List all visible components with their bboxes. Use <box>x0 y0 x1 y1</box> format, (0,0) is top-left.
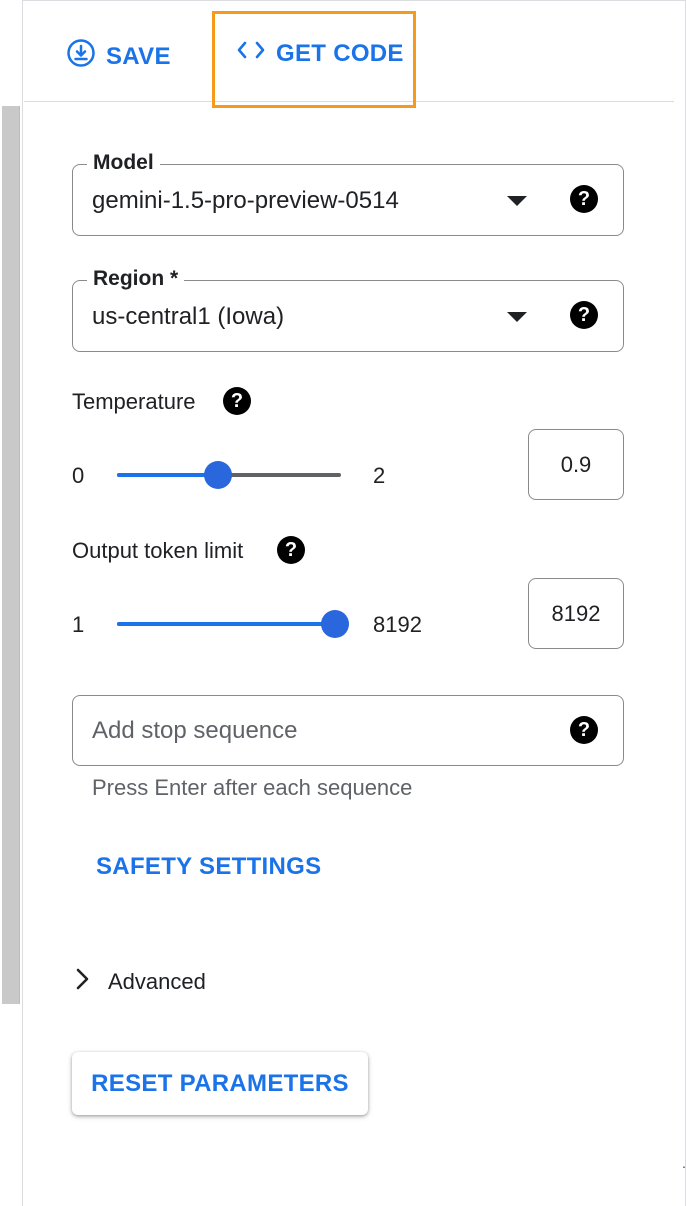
token-limit-slider[interactable] <box>117 610 349 638</box>
help-icon[interactable]: ? <box>570 301 598 329</box>
reset-parameters-button[interactable]: RESET PARAMETERS <box>72 1052 368 1115</box>
save-button[interactable]: SAVE <box>66 38 171 75</box>
left-gutter <box>0 0 23 1206</box>
stop-sequence-hint: Press Enter after each sequence <box>92 775 413 800</box>
token-limit-slider-fill <box>117 622 335 626</box>
chevron-down-icon[interactable] <box>507 312 527 322</box>
temperature-input[interactable]: 0.9 <box>528 429 624 500</box>
save-label: SAVE <box>106 42 171 70</box>
token-limit-slider-thumb[interactable] <box>321 610 349 638</box>
parameters-panel: SAVE GET CODE Model gemini-1.5-pro-previ… <box>0 0 686 1206</box>
model-value: gemini-1.5-pro-preview-0514 <box>92 187 399 214</box>
temperature-slider-fill <box>117 473 218 477</box>
scrollbar[interactable] <box>2 106 20 1004</box>
stop-sequence-input[interactable] <box>92 714 552 748</box>
token-limit-label: Output token limit <box>72 538 244 563</box>
temperature-slider-thumb[interactable] <box>204 461 232 489</box>
chevron-right-icon <box>72 966 94 997</box>
download-icon <box>66 38 96 75</box>
safety-settings-button[interactable]: SAFETY SETTINGS <box>96 853 321 881</box>
get-code-highlight <box>212 11 416 108</box>
region-legend: Region * <box>87 267 185 291</box>
temperature-slider[interactable] <box>117 461 341 489</box>
stop-sequence-field[interactable]: ? <box>72 695 624 766</box>
region-value: us-central1 (Iowa) <box>92 303 285 330</box>
chevron-down-icon[interactable] <box>507 196 527 206</box>
stray-dot: . <box>682 1155 686 1171</box>
token-limit-input[interactable]: 8192 <box>528 578 624 649</box>
model-select[interactable]: Model gemini-1.5-pro-preview-0514 ? <box>72 151 624 236</box>
token-limit-max: 8192 <box>373 612 422 637</box>
model-legend: Model <box>87 151 160 175</box>
help-icon[interactable]: ? <box>277 536 305 564</box>
advanced-label: Advanced <box>108 968 206 994</box>
temperature-label: Temperature <box>72 389 196 414</box>
help-icon[interactable]: ? <box>570 716 598 744</box>
temperature-max: 2 <box>373 463 386 488</box>
token-limit-min: 1 <box>72 612 85 637</box>
temperature-min: 0 <box>72 463 85 488</box>
help-icon[interactable]: ? <box>223 387 251 415</box>
advanced-toggle[interactable]: Advanced <box>72 966 206 997</box>
region-select[interactable]: Region * us-central1 (Iowa) ? <box>72 267 624 352</box>
help-icon[interactable]: ? <box>570 185 598 213</box>
